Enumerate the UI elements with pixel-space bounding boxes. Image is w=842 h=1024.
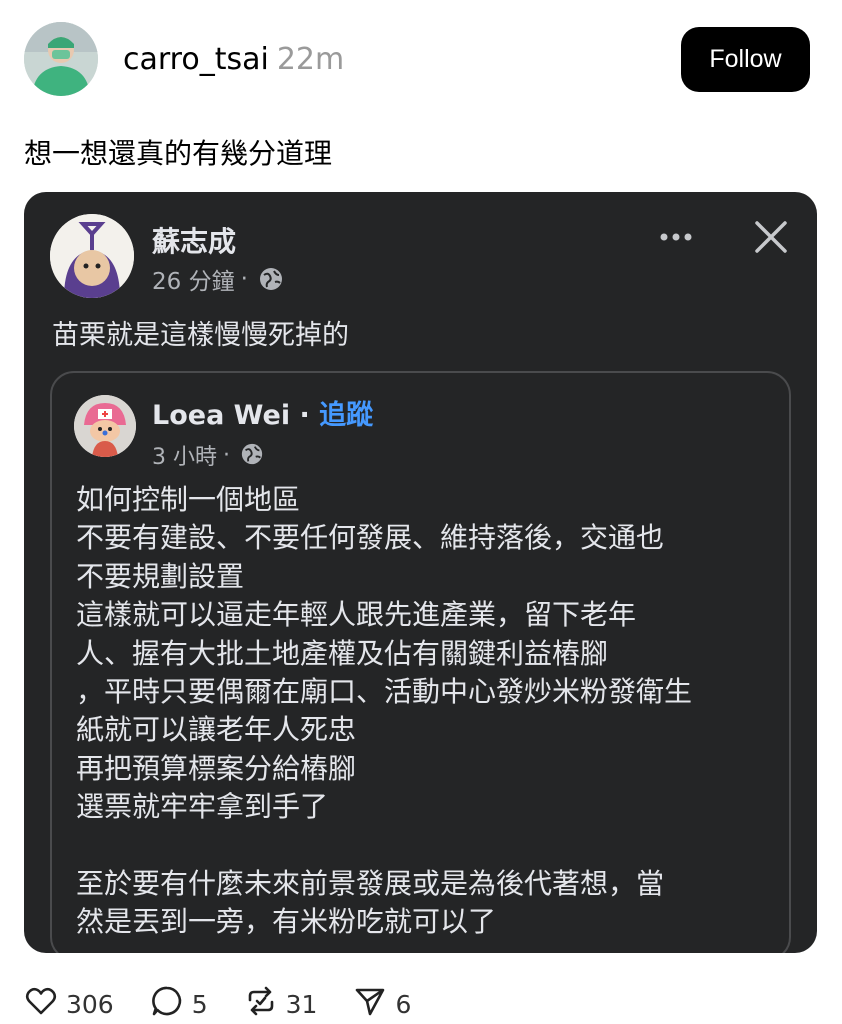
action-bar: 306 5 31 6: [24, 982, 447, 1024]
embedded-author-avatar: [50, 214, 134, 298]
shared-line: ，平時只要偶爾在廟口、活動中心發炒米粉發衛生: [76, 674, 693, 708]
embedded-post-card[interactable]: 蘇志成 26 分鐘 · 苗栗就是這樣慢慢死掉的 Loea Wei · 追蹤 3 …: [24, 192, 817, 953]
shared-line: 選票就牢牢拿到手了: [76, 790, 329, 824]
meta-separator: ·: [223, 442, 230, 468]
share-icon: [353, 984, 387, 1024]
shared-separator: ·: [299, 400, 310, 431]
globe-icon: [258, 266, 284, 292]
like-count: 306: [66, 989, 114, 1019]
shared-line: 不要有建設、不要任何發展、維持落後，交通也: [76, 521, 665, 555]
meta-separator: ·: [240, 266, 248, 292]
shared-follow-link[interactable]: 追蹤: [319, 400, 373, 431]
username[interactable]: carro_tsai: [123, 42, 269, 77]
embedded-post-time: 26 分鐘: [152, 269, 235, 295]
shared-line: 不要規劃設置: [76, 559, 245, 593]
shared-line: [76, 827, 692, 865]
shared-post-card[interactable]: Loea Wei · 追蹤 3 小時 · 如何控制一個地區 不要有建設、不要任何…: [50, 371, 791, 953]
shared-line: 這樣就可以逼走年輕人跟先進產業，留下老年: [76, 598, 637, 632]
username-line: carro_tsai 22m: [123, 40, 344, 80]
shared-line: 人、握有大批土地產權及佔有關鍵利益樁腳: [76, 636, 609, 670]
share-count: 6: [395, 989, 412, 1019]
post-caption: 想一想還真的有幾分道理: [24, 137, 333, 170]
comment-count: 5: [191, 989, 208, 1019]
repost-count: 31: [285, 989, 318, 1019]
shared-line: 如何控制一個地區: [76, 483, 301, 516]
shared-author-avatar: [74, 395, 136, 457]
embedded-post-text: 苗栗就是這樣慢慢死掉的: [52, 320, 349, 351]
shared-post-time: 3 小時: [152, 445, 217, 470]
shared-line: 至於要有什麼未來前景發展或是為後代著想，當: [76, 866, 665, 900]
repost-button[interactable]: 31: [244, 984, 318, 1024]
shared-author-name[interactable]: Loea Wei: [152, 400, 290, 431]
post-header: carro_tsai 22m Follow: [24, 22, 810, 96]
shared-line: 紙就可以讓老年人死忠: [76, 713, 357, 747]
follow-button[interactable]: Follow: [681, 27, 810, 92]
repost-icon: [244, 984, 278, 1024]
shared-line: 再把預算標案分給樁腳: [76, 751, 357, 785]
shared-post-meta: 3 小時 ·: [152, 439, 266, 471]
post-time: 22m: [276, 42, 345, 77]
like-button[interactable]: 306: [24, 984, 114, 1024]
globe-icon: [240, 442, 266, 468]
shared-post-body: 如何控制一個地區 不要有建設、不要任何發展、維持落後，交通也 不要規劃設置 這樣…: [76, 481, 692, 942]
share-button[interactable]: 6: [353, 984, 411, 1024]
more-icon[interactable]: [656, 222, 696, 252]
embedded-author-name: 蘇志成: [152, 225, 237, 258]
embedded-post-meta: 26 分鐘 ·: [152, 262, 284, 296]
avatar[interactable]: [24, 22, 98, 96]
comment-icon: [150, 984, 184, 1024]
comment-button[interactable]: 5: [150, 984, 208, 1024]
shared-line: 然是丟到一旁，有米粉吃就可以了: [76, 905, 497, 939]
shared-author-line: Loea Wei · 追蹤: [152, 393, 373, 432]
heart-icon: [24, 984, 58, 1024]
close-icon[interactable]: [754, 220, 788, 254]
